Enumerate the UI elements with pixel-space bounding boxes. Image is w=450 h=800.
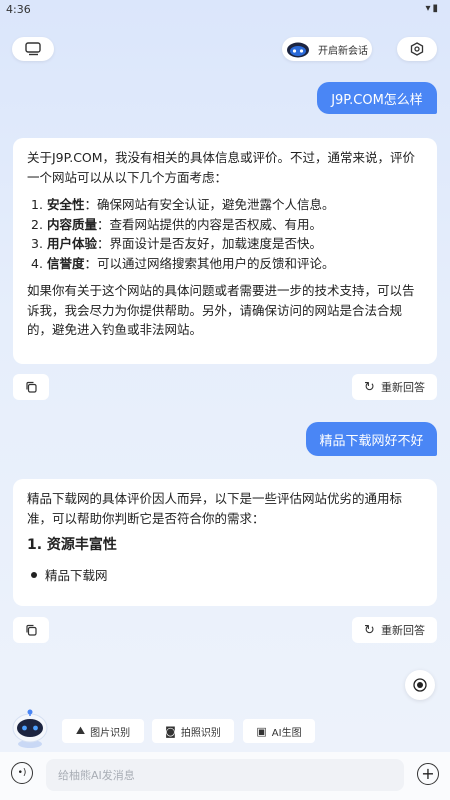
add-button[interactable]: + xyxy=(417,763,439,785)
ai-list: 1. 安全性：确保网站有安全认证，避免泄露个人信息。 2. 内容质量：查看网站提供的… xyxy=(27,195,423,273)
list-item: 1. 安全性：确保网站有安全认证，避免泄露个人信息。 xyxy=(31,197,335,212)
history-button[interactable] xyxy=(12,37,54,61)
list-item: 4. 信誉度：可以通过网络搜索其他用户的反馈和评论。 xyxy=(31,255,335,271)
message-input[interactable] xyxy=(46,759,404,791)
robot-avatar-icon xyxy=(287,42,309,58)
chip-image-recognition[interactable]: ⛰ 图片识别 xyxy=(62,719,144,743)
ai-outro: 如果你有关于这个网站的具体问题或者需要进一步的技术支持，可以告诉我，我会尽力为你… xyxy=(27,283,415,337)
ai-message: 关于J9P.COM，我没有相关的具体信息或评价。不过，通常来说，评价一个网站可以… xyxy=(13,138,437,364)
battery-icon: ▮ xyxy=(432,3,440,14)
copy-button[interactable] xyxy=(13,617,49,643)
chat-history-icon xyxy=(25,42,41,56)
copy-button[interactable] xyxy=(13,374,49,400)
chip-label: AI生图 xyxy=(271,727,302,739)
new-chat-label: 开启新会话 xyxy=(318,45,368,57)
list-item: 2. 内容质量：查看网站提供的内容是否权威、有用。 xyxy=(31,216,323,232)
refresh-icon: ↻ xyxy=(364,379,375,395)
refresh-icon: ↻ xyxy=(364,622,375,638)
regenerate-label: 重新回答 xyxy=(380,624,425,637)
hexagon-settings-icon xyxy=(410,42,424,56)
status-icons: ▾▮ xyxy=(425,3,440,14)
user-message-text: 精品下载网好不好 xyxy=(319,433,424,449)
copy-icon xyxy=(26,624,37,636)
user-message-text: J9P.COM怎么样 xyxy=(331,92,423,108)
voice-icon: •) xyxy=(17,768,27,778)
new-chat-button[interactable]: 开启新会话 xyxy=(282,37,372,61)
regenerate-button[interactable]: ↻ 重新回答 xyxy=(352,374,437,400)
chip-label: 拍照识别 xyxy=(180,727,221,739)
chip-label: 图片识别 xyxy=(90,727,131,739)
user-message: 精品下载网好不好 xyxy=(306,422,437,456)
stop-button[interactable] xyxy=(405,670,435,700)
image-icon: ⛰ xyxy=(75,724,86,737)
bullet-item: 精品下载网 xyxy=(27,566,423,586)
copy-icon xyxy=(26,381,37,393)
bullet-dot xyxy=(31,572,37,579)
ai-intro: 关于J9P.COM，我没有相关的具体信息或评价。不过，通常来说，评价一个网站可以… xyxy=(27,150,416,185)
section-title: 1. 资源丰富性 xyxy=(27,537,117,553)
chip-photo-recognition[interactable]: ◙ 拍照识别 xyxy=(152,719,234,743)
status-time: 4:36 xyxy=(6,3,31,16)
user-message: J9P.COM怎么样 xyxy=(317,82,437,114)
camera-icon: ◙ xyxy=(165,724,176,738)
regenerate-button[interactable]: ↻ 重新回答 xyxy=(352,617,437,643)
record-icon xyxy=(413,678,427,692)
mascot-robot-icon xyxy=(12,709,48,748)
regenerate-label: 重新回答 xyxy=(380,381,425,394)
settings-button[interactable] xyxy=(397,37,437,61)
ai-message: 精品下载网的具体评价因人而异，以下是一些评估网站优劣的通用标准，可以帮助你判断它… xyxy=(13,479,437,606)
list-item: 3. 用户体验：界面设计是否友好，加载速度是否快。 xyxy=(31,236,323,251)
bullet-text: 精品下载网 xyxy=(45,567,108,583)
voice-button[interactable]: •) xyxy=(11,762,33,784)
plus-icon: + xyxy=(421,764,435,783)
status-bar: 4:36 ▾▮ xyxy=(0,0,450,20)
ai-intro: 精品下载网的具体评价因人而异，以下是一些评估网站优劣的通用标准，可以帮助你判断它… xyxy=(27,491,403,526)
picture-icon: ▣ xyxy=(256,724,267,738)
chip-ai-image[interactable]: ▣ AI生图 xyxy=(243,719,315,743)
